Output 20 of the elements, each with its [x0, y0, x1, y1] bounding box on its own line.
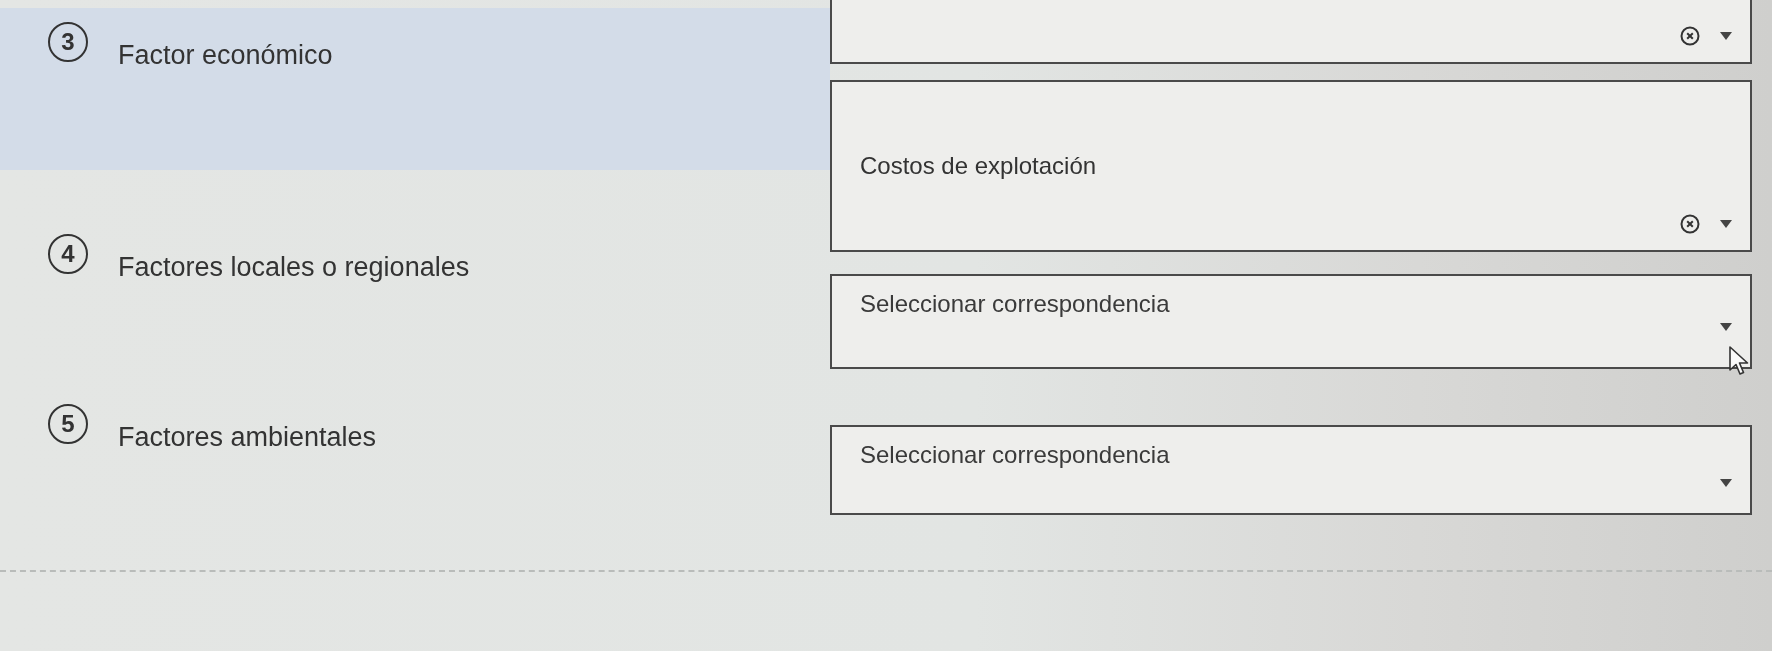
caret-icon[interactable]: [1720, 479, 1732, 487]
answer-select[interactable]: Seleccionar correspondencia: [830, 274, 1752, 369]
answer-select[interactable]: [830, 0, 1752, 64]
item-number: 5: [48, 404, 88, 444]
caret-icon[interactable]: [1720, 220, 1732, 228]
answer-select[interactable]: Costos de explotación: [830, 80, 1752, 252]
item-number: 4: [48, 234, 88, 274]
caret-icon[interactable]: [1720, 323, 1732, 331]
item-number: 3: [48, 22, 88, 62]
answer-select[interactable]: Seleccionar correspondencia: [830, 425, 1752, 515]
item-prompt: Factores locales o regionales: [118, 252, 470, 283]
select-placeholder: Seleccionar correspondencia: [860, 441, 1170, 468]
item-prompt: Factores ambientales: [118, 422, 377, 453]
clear-icon[interactable]: [1680, 214, 1700, 234]
select-placeholder: Seleccionar correspondencia: [860, 290, 1170, 317]
item-prompt: Factor económico: [118, 40, 333, 71]
clear-icon[interactable]: [1680, 26, 1700, 46]
select-value: Costos de explotación: [860, 152, 1097, 180]
caret-icon[interactable]: [1720, 32, 1732, 40]
mouse-pointer-icon: [1729, 346, 1749, 376]
